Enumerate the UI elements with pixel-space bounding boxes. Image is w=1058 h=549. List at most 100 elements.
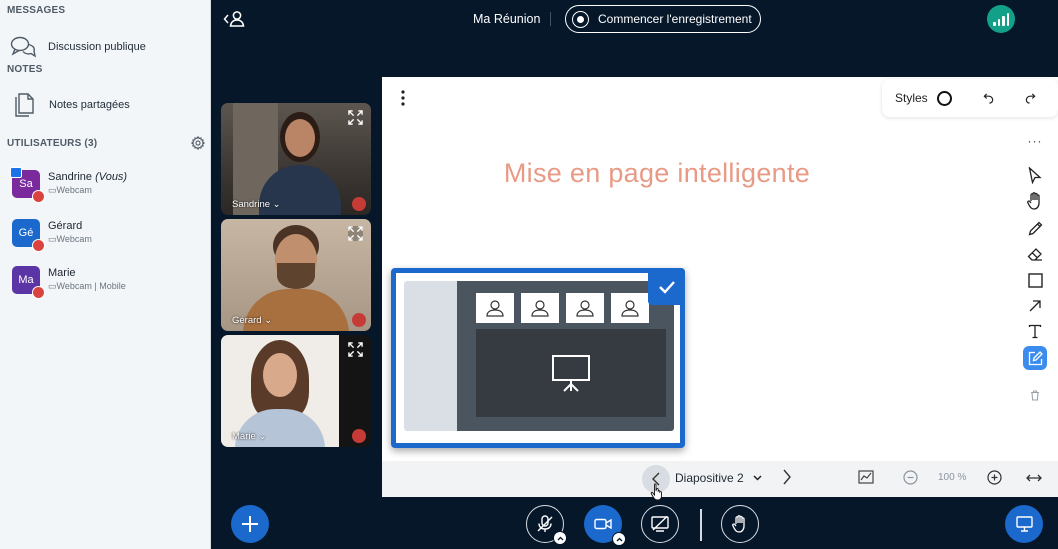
chart-icon[interactable]	[858, 470, 874, 484]
text-tool[interactable]	[1023, 319, 1047, 343]
signal-bar	[1006, 13, 1009, 26]
webcam-icon: ▭	[48, 185, 57, 195]
pencil-tool[interactable]	[1023, 216, 1047, 240]
video-name: Gérard	[232, 315, 262, 326]
video-name: Marie	[232, 431, 256, 442]
face	[285, 119, 315, 157]
fit-width-icon[interactable]	[1026, 473, 1042, 483]
video-tile-gerard[interactable]: Gérard ⌄	[221, 219, 371, 331]
fullscreen-icon[interactable]	[348, 342, 363, 357]
public-chat-item[interactable]: Discussion publique	[10, 36, 146, 58]
divider	[550, 12, 551, 26]
rectangle-tool[interactable]	[1023, 268, 1047, 292]
redo-icon[interactable]	[1025, 92, 1036, 104]
presentation-icon	[1015, 516, 1033, 532]
webcam-icon: ▭	[48, 281, 57, 291]
zoom-level: 100 %	[938, 472, 967, 483]
styles-toolbar: Styles	[882, 79, 1058, 117]
cursor-arrow-icon	[1028, 166, 1042, 184]
webcam-thumbnail	[611, 293, 649, 323]
color-picker-icon[interactable]	[936, 90, 952, 106]
user-item-marie[interactable]: Ma Marie ▭Webcam | Mobile	[12, 266, 126, 299]
video-name-tag: Sandrine ⌄	[232, 199, 281, 210]
beard	[277, 263, 315, 289]
whiteboard[interactable]: Styles ··· Mise en page intelligente Dia…	[382, 77, 1058, 497]
webcam-thumbnail	[476, 293, 514, 323]
muted-mic-icon	[32, 286, 45, 299]
muted-mic-icon	[32, 190, 45, 203]
you-tag: (Vous)	[95, 171, 128, 183]
person-icon	[576, 300, 594, 317]
actions-button[interactable]	[231, 505, 269, 543]
signal-bar	[993, 22, 996, 26]
pointer-cursor-icon	[650, 483, 662, 501]
start-recording-button[interactable]: Commencer l'enregistrement	[565, 5, 761, 33]
select-tool[interactable]	[1023, 163, 1047, 187]
user-status-text: Webcam | Mobile	[56, 281, 126, 291]
fullscreen-icon[interactable]	[348, 226, 363, 241]
eraser-tool[interactable]	[1023, 242, 1047, 266]
slide-selector[interactable]: Diapositive 2	[675, 471, 762, 485]
more-vertical-icon[interactable]	[400, 90, 406, 106]
video-tile-sandrine[interactable]: Sandrine ⌄	[221, 103, 371, 215]
shared-notes-label: Notes partagées	[49, 99, 130, 111]
muted-mic-icon	[352, 313, 366, 327]
checkmark-icon[interactable]	[648, 268, 685, 305]
notes-icon	[15, 93, 34, 117]
face	[263, 353, 297, 397]
note-tool[interactable]	[1023, 346, 1047, 370]
edit-note-icon	[1028, 350, 1043, 365]
arrow-tool[interactable]	[1023, 294, 1047, 318]
undo-icon[interactable]	[983, 92, 994, 104]
hand-tool[interactable]	[1023, 189, 1047, 213]
record-label: Commencer l'enregistrement	[598, 12, 752, 26]
next-slide-icon[interactable]	[783, 469, 791, 485]
notes-section-title: NOTES	[7, 64, 43, 75]
shared-notes-item[interactable]: Notes partagées	[15, 93, 130, 117]
chevron-up-icon[interactable]	[612, 532, 626, 546]
presentation-toggle-button[interactable]	[1005, 505, 1043, 543]
user-status-text: Webcam	[56, 185, 92, 195]
unmute-button[interactable]	[526, 505, 567, 545]
trash-icon	[1031, 389, 1039, 401]
slide-label: Diapositive 2	[675, 471, 744, 485]
zoom-in-icon[interactable]	[987, 470, 1002, 485]
video-tile-marie[interactable]: Marie ⌄	[221, 335, 371, 447]
meeting-title: Ma Réunion	[473, 12, 541, 26]
styles-label[interactable]: Styles	[895, 91, 928, 105]
raise-hand-button[interactable]	[721, 505, 759, 543]
layout-content-area	[457, 281, 674, 431]
muted-mic-icon	[352, 429, 366, 443]
public-chat-label: Discussion publique	[48, 41, 146, 53]
user-list-toggle-icon[interactable]	[223, 9, 245, 29]
delete-tool[interactable]	[1023, 383, 1047, 407]
zoom-out-icon[interactable]	[903, 470, 918, 485]
video-name: Sandrine	[232, 199, 271, 210]
webcam-thumbnail	[521, 293, 559, 323]
signal-bar	[1002, 16, 1005, 26]
user-status: ▭Webcam	[48, 185, 127, 196]
gear-icon[interactable]	[191, 136, 205, 150]
avatar: Ma	[12, 266, 45, 299]
user-item-gerard[interactable]: Gé Gérard ▭Webcam	[12, 219, 92, 252]
smart-layout-card[interactable]	[391, 268, 685, 448]
chat-icon	[10, 36, 36, 58]
camera-button[interactable]	[584, 505, 626, 546]
text-icon	[1028, 324, 1042, 338]
video-name-tag: Gérard ⌄	[232, 315, 273, 326]
screen-share-button[interactable]	[641, 505, 679, 543]
user-status-text: Webcam	[56, 234, 92, 244]
fullscreen-icon[interactable]	[348, 110, 363, 125]
connection-status-button[interactable]	[987, 5, 1015, 33]
layout-preview	[404, 281, 674, 431]
chevron-up-icon[interactable]	[553, 531, 567, 545]
person-icon	[531, 300, 549, 317]
hand-icon	[732, 515, 745, 533]
avatar: Sa	[10, 167, 45, 203]
user-item-sandrine[interactable]: Sa Sandrine (Vous) ▭Webcam	[10, 167, 128, 203]
presentation-icon	[552, 355, 590, 392]
users-section-title: UTILISATEURS (3)	[7, 138, 98, 149]
video-camera-icon	[594, 518, 612, 530]
more-tools-icon[interactable]: ···	[1023, 129, 1047, 153]
user-name-text: Sandrine	[48, 171, 93, 183]
